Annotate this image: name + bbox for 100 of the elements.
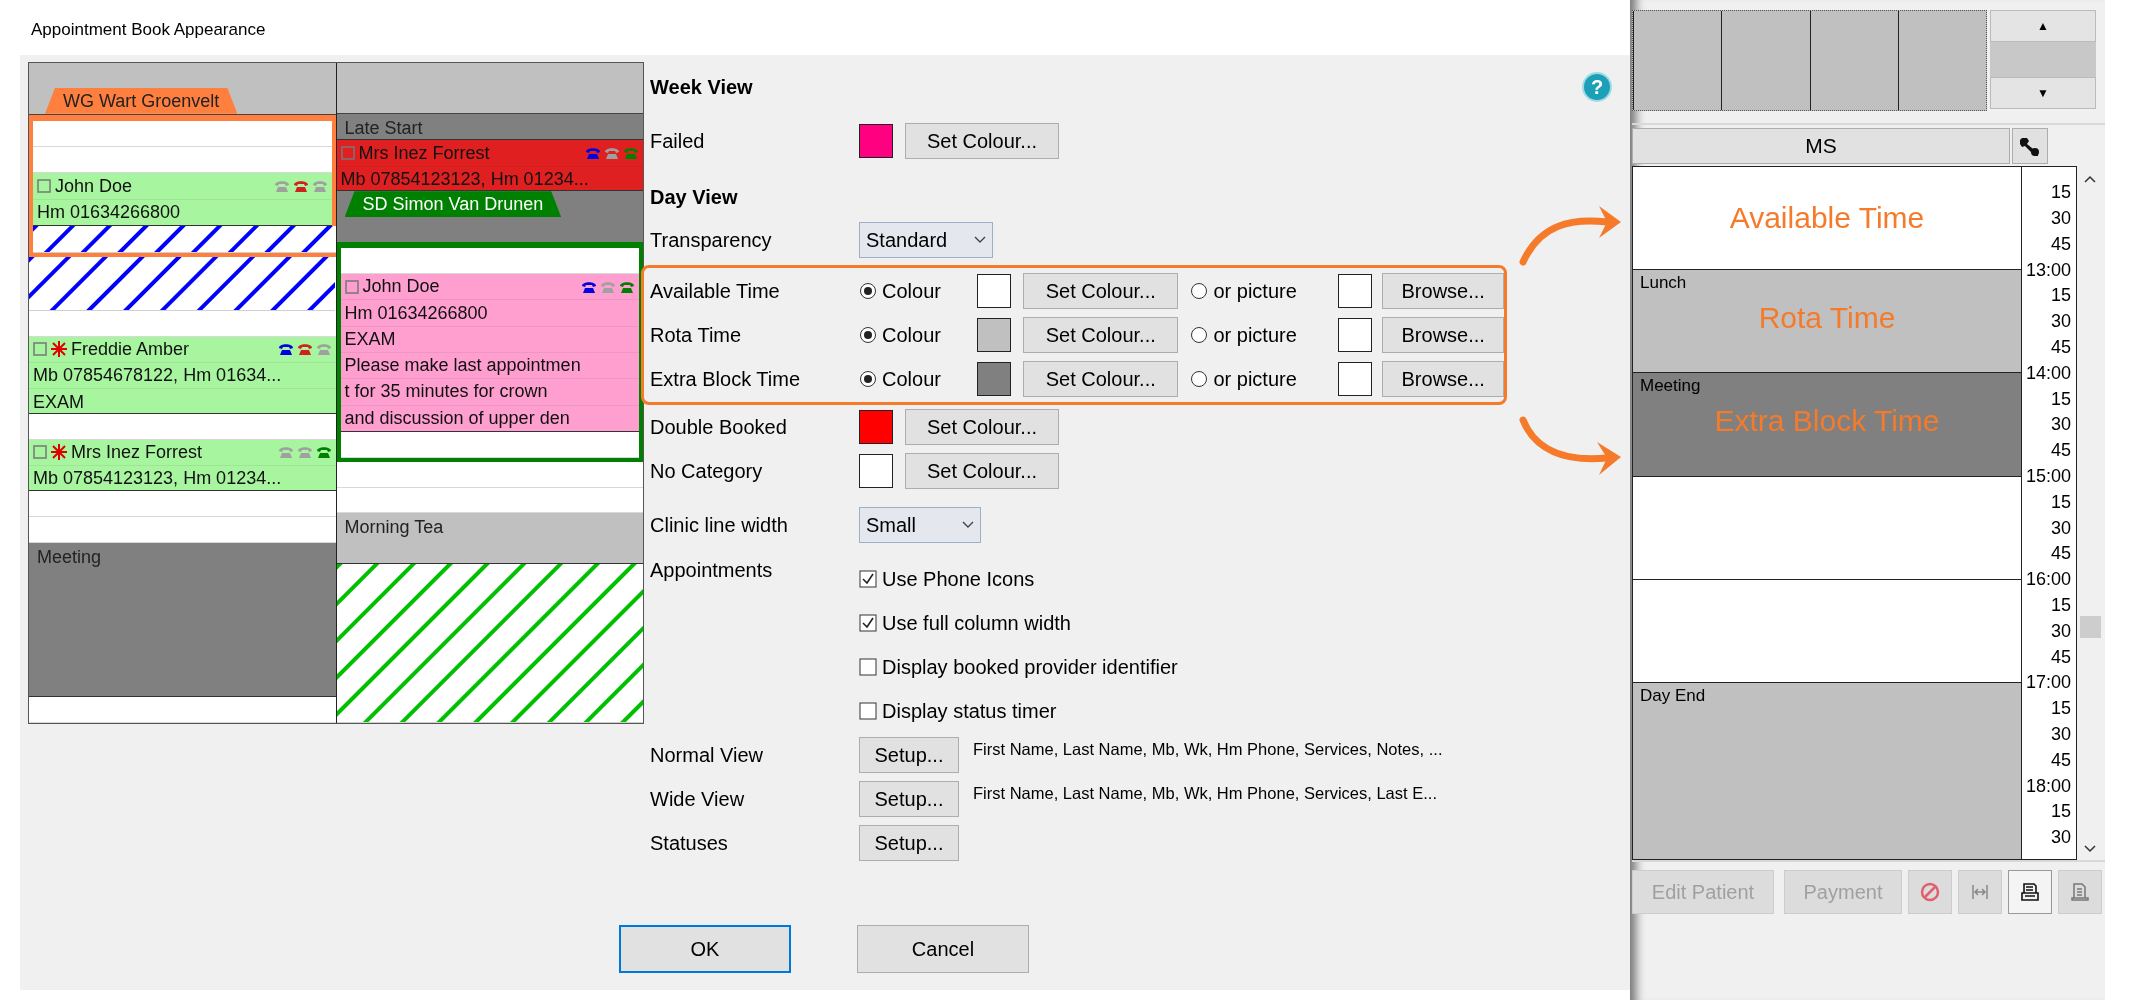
set-colour-button[interactable]: Set Colour... [905,453,1059,489]
field-label: Double Booked [650,415,788,439]
checkbox-icon [344,279,359,294]
split-button[interactable] [1958,870,2002,914]
block-label: Lunch [1640,273,1687,294]
section-heading: Day View [650,185,738,209]
settings-button[interactable] [2012,128,2048,164]
annotation-label: Available Time [1729,201,1925,236]
no-entry-button[interactable] [1908,870,1952,914]
field-label: Wide View [650,787,746,811]
set-colour-button[interactable]: Set Colour... [1023,361,1179,397]
time-label: 30 [2050,517,2071,539]
picture-swatch [1338,362,1373,396]
checkbox-icon [340,146,355,161]
time-label: 45 [2050,543,2071,565]
time-label: 30 [2050,724,2071,745]
field-label: Transparency [650,228,773,252]
wrench-icon [2019,135,2041,157]
browse-button[interactable]: Browse... [1382,361,1504,397]
patient-name: Mrs Inez Forrest [71,441,203,463]
appointment-detail: Mb 07854678122, Hm 01634... [33,365,282,387]
patient-name: John Doe [55,175,133,197]
checkbox[interactable]: Display status timer [859,689,1178,733]
dropdown[interactable]: Small [859,507,981,543]
checkbox[interactable]: Use full column width [859,601,1178,645]
field-label: No Category [650,459,764,483]
field-summary: First Name, Last Name, Mb, Wk, Hm Phone, Services, Last E... [973,783,1437,803]
checkbox[interactable]: Use Phone Icons [859,557,1178,601]
time-label: 30 [2050,311,2071,333]
field-label: Appointments [650,558,774,583]
time-label: 15 [2050,285,2071,307]
receipt-button[interactable] [2008,870,2052,914]
scrollbar-thumb[interactable] [2080,616,2101,638]
radio-button[interactable]: or picture [1190,323,1326,347]
set-colour-button[interactable]: Set Colour... [1023,273,1179,309]
setup-button[interactable]: Setup... [859,781,959,817]
block-label: Late Start [344,118,423,139]
radio-button[interactable]: Colour [859,323,977,347]
setup-button[interactable]: Setup... [859,737,959,773]
appointment-detail: t for 35 minutes for crown [344,381,548,403]
annotation-label: Extra Block Time [1714,404,1940,439]
no-entry-icon [1919,881,1941,903]
checkbox-icon [37,179,51,194]
appointment-detail: and discussion of upper den [344,407,570,429]
chevron-down-icon [974,236,986,244]
ok-button[interactable]: OK [619,925,791,973]
time-label: 14:00 [2025,362,2071,384]
appointment-detail: Hm 01634266800 [37,201,181,223]
time-label: 17:00 [2025,672,2071,694]
time-label: 15:00 [2025,466,2071,488]
time-label: 15 [2050,388,2071,410]
field-label: Available Time [650,279,781,303]
radio-button[interactable]: Colour [859,367,977,391]
time-label: 15 [2050,491,2071,513]
set-colour-button[interactable]: Set Colour... [905,409,1059,445]
scroll-down-button[interactable]: ▼ [1990,77,2096,109]
patient-name: Freddie Amber [71,338,190,360]
column-header[interactable]: MS [1632,128,2010,164]
browse-button[interactable]: Browse... [1382,273,1504,309]
radio-button[interactable]: Colour [859,279,977,303]
time-label: 13:00 [2025,259,2071,281]
checkbox-icon [33,445,47,460]
scroll-up-button[interactable]: ▲ [1990,10,2096,42]
receipt-icon [2019,881,2041,903]
chevron-down-icon [2083,844,2097,854]
time-label: 30 [2050,414,2071,436]
time-label: 15 [2050,182,2071,204]
patient-name: Mrs Inez Forrest [358,142,490,164]
appointment-detail: Mb 07854123123, Hm 01234... [340,168,589,190]
time-label: 15 [2050,595,2071,617]
setup-button[interactable]: Setup... [859,825,959,861]
set-colour-button[interactable]: Set Colour... [1023,317,1179,353]
time-label: 45 [2050,233,2071,255]
radio-button[interactable]: or picture [1190,279,1326,303]
field-label: Statuses [650,831,729,855]
appointment-detail: Hm 01634266800 [344,302,488,324]
window-title: Appointment Book Appearance [31,20,266,41]
appointment-detail: EXAM [33,391,84,413]
set-colour-button[interactable]: Set Colour... [905,123,1059,159]
annotation-label: Rota Time [1758,301,1896,336]
checkbox[interactable]: Display booked provider identifier [859,645,1178,689]
picture-swatch [1338,274,1373,308]
field-label: Normal View [650,743,764,767]
patient-name: John Doe [362,276,440,298]
block-label: Day End [1640,685,1706,706]
time-label: 18:00 [2025,775,2071,797]
field-label: Extra Block Time [650,367,802,391]
field-label: Rota Time [650,323,743,347]
time-label: 15 [2050,801,2071,823]
cancel-button[interactable]: Cancel [857,925,1029,973]
dropdown[interactable]: Standard [859,222,993,258]
document-button[interactable] [2058,870,2102,914]
radio-button[interactable]: or picture [1190,367,1326,391]
browse-button[interactable]: Browse... [1382,317,1504,353]
field-label: Clinic line width [650,513,789,537]
time-label: 15 [2050,698,2071,720]
picture-swatch [1338,318,1373,352]
time-label: 45 [2050,749,2071,771]
chevron-up-icon [2083,174,2097,184]
time-label: 45 [2050,440,2071,462]
